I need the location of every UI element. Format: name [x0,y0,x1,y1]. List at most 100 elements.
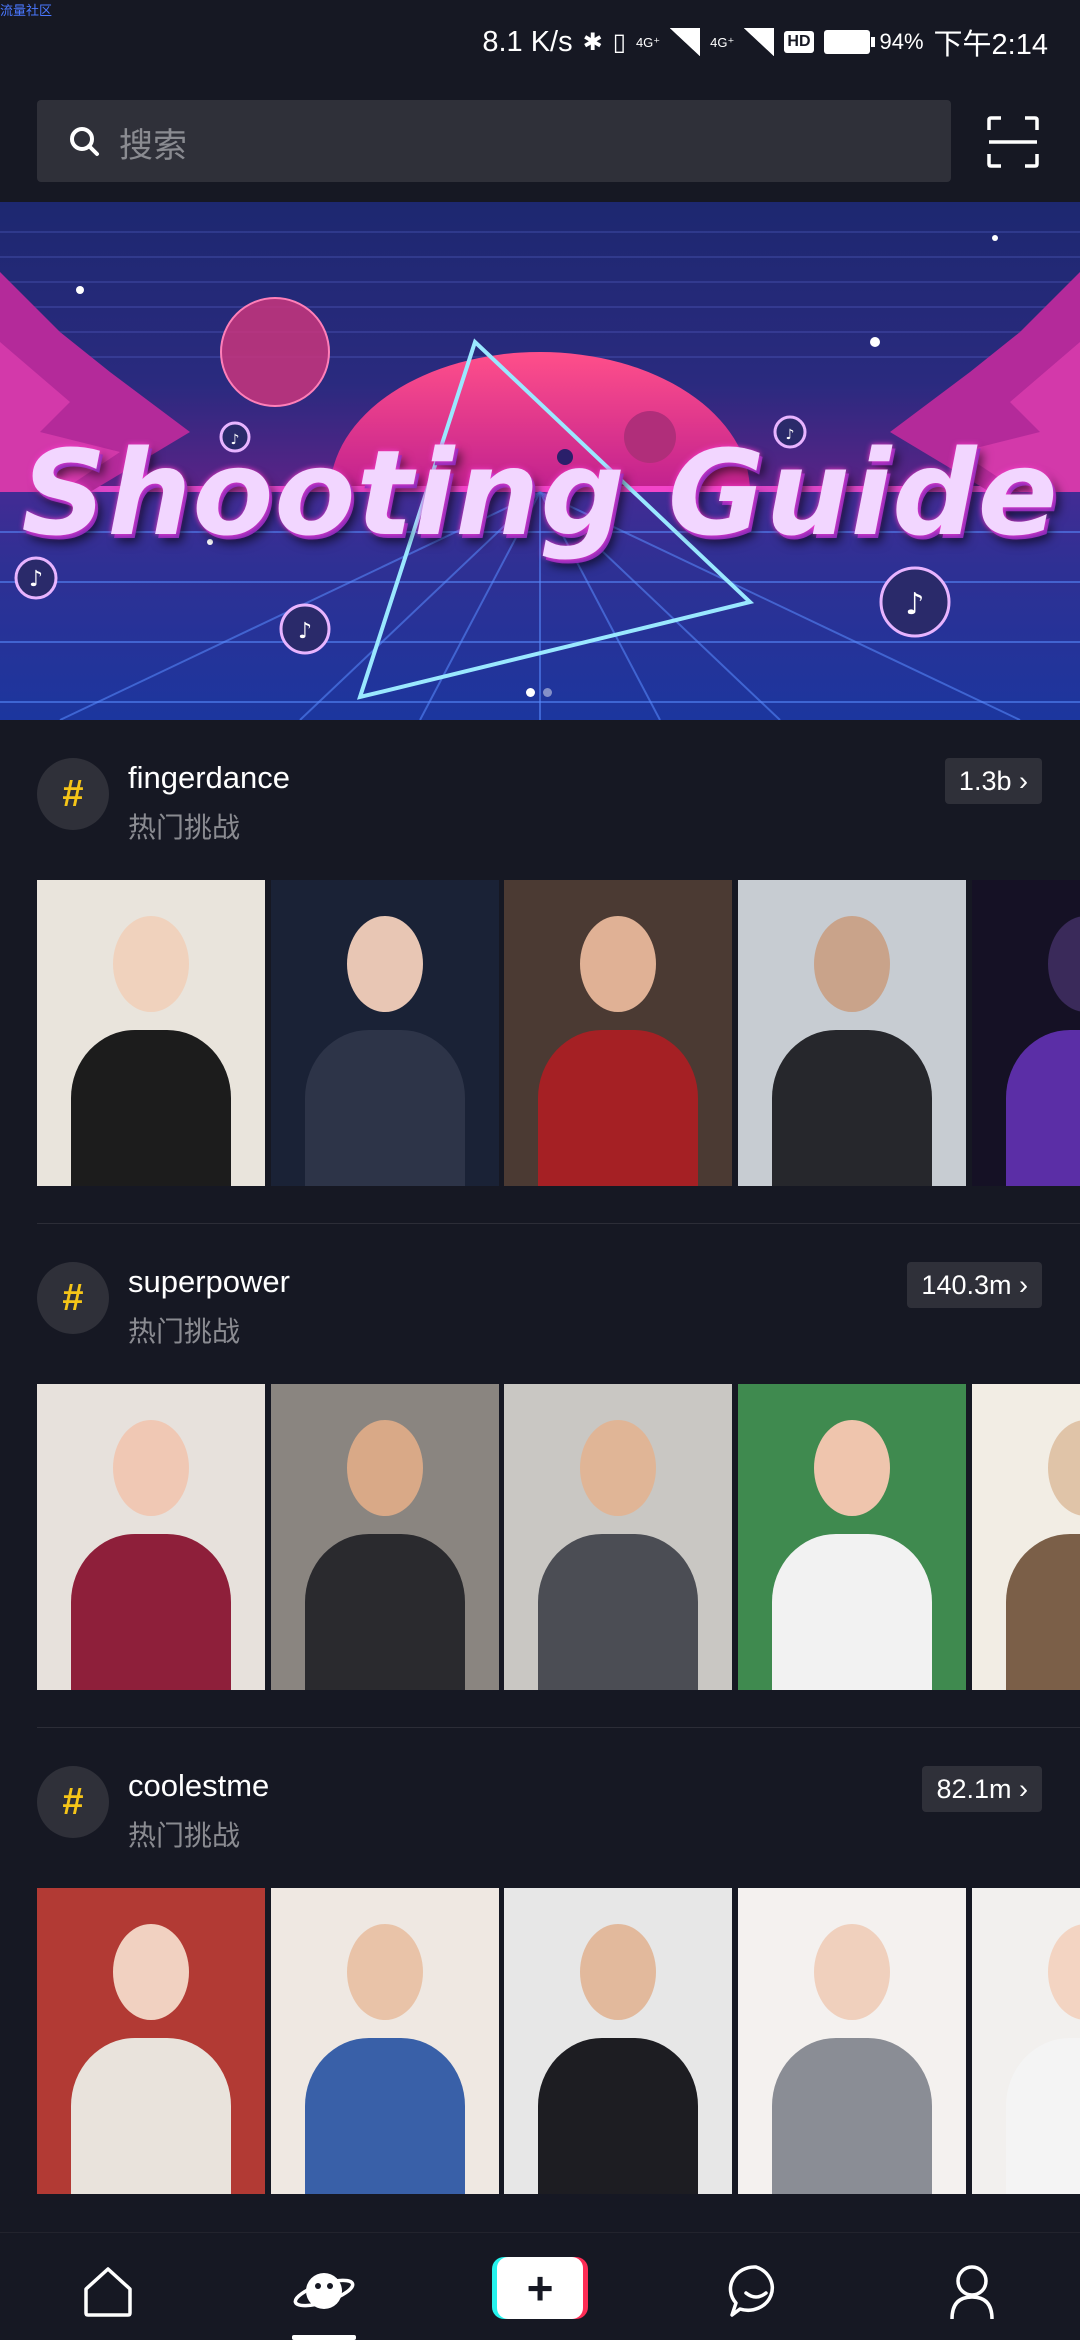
thumbnail-figure-head [814,1924,890,2020]
thumbnail-figure-body [1006,1030,1080,1186]
discover-icon[interactable] [292,2259,356,2323]
battery-percent: 94% [879,29,924,54]
search-row: 搜索 [37,100,1043,182]
challenge-count: 1.3b [958,766,1012,796]
svg-text:♪: ♪ [298,619,312,644]
search-input[interactable]: 搜索 [37,100,951,182]
thumbnail-figure-body [1006,2038,1080,2194]
video-thumbnail[interactable] [504,1888,732,2194]
bluetooth-icon: ✱ [582,28,603,56]
thumbnail-figure-body [305,1534,465,1690]
hashtag-icon[interactable]: # [37,1262,109,1334]
pagination-dot-active [526,688,535,697]
thumbnail-figure-head [113,916,189,1012]
thumbnail-figure-head [580,1924,656,2020]
svg-text:♪: ♪ [29,567,43,592]
thumbnail-figure-head [1048,1924,1080,2020]
thumbnail-figure-body [71,2038,231,2194]
video-thumbnail[interactable] [271,880,499,1186]
video-thumbnail[interactable] [738,1888,966,2194]
thumbnail-figure-body [538,1030,698,1186]
network-type-b: 4G⁺ [710,34,735,50]
challenge-section: # superpower 热门挑战 140.3m › [0,1224,1080,1728]
thumbnail-figure-head [113,1420,189,1516]
thumbnail-figure-head [1048,916,1080,1012]
scan-icon[interactable] [987,116,1039,168]
create-button[interactable]: + [492,2257,588,2319]
thumbnail-figure-body [772,2038,932,2194]
status-bar: 流量社区 8.1 K/s ✱ ▯ 4G⁺ 4G⁺ HD 94% 下午2:14 [0,0,1080,84]
challenge-title[interactable]: superpower [128,1264,290,1300]
thumbnail-figure-head [580,916,656,1012]
active-tab-indicator [292,2335,356,2340]
network-speed: 8.1 K/s [482,25,573,58]
thumbnail-figure-head [347,1924,423,2020]
thumbnail-figure-body [772,1030,932,1186]
thumbnail-figure-body [772,1534,932,1690]
video-thumbnail[interactable] [37,1888,265,2194]
chevron-right-icon: › [1019,766,1028,796]
challenge-count-button[interactable]: 1.3b › [944,758,1042,804]
thumbnail-figure-head [1048,1420,1080,1516]
challenge-subtitle: 热门挑战 [128,1820,241,1851]
challenge-count: 140.3m [921,1270,1012,1300]
home-icon[interactable] [76,2259,140,2323]
discover-screen: 流量社区 8.1 K/s ✱ ▯ 4G⁺ 4G⁺ HD 94% 下午2:14 搜… [0,0,1080,2340]
inbox-icon[interactable] [724,2259,788,2323]
video-thumbnail[interactable] [972,1384,1080,1690]
thumbnail-figure-head [580,1420,656,1516]
thumbnail-figure-head [814,1420,890,1516]
search-icon [70,127,99,156]
video-thumbnail[interactable] [504,1384,732,1690]
me-icon[interactable] [940,2259,1004,2323]
svg-text:♪: ♪ [905,587,924,622]
pagination-dot [543,688,552,697]
signal-icon-2 [744,28,775,56]
thumbnail-figure-body [71,1030,231,1186]
challenge-section: # coolestme 热门挑战 82.1m › [0,1728,1080,2232]
challenge-section: # fingerdance 热门挑战 1.3b › [0,720,1080,1224]
battery-icon [823,30,875,54]
chevron-right-icon: › [1019,1774,1028,1804]
bottom-navigation: + [0,2232,1080,2340]
hashtag-icon[interactable]: # [37,1766,109,1838]
shooting-guide-banner[interactable]: ♪ ♪ ♪ ♪ ♪ Shooting Guide [0,202,1080,720]
chevron-right-icon: › [1019,1270,1028,1300]
challenge-subtitle: 热门挑战 [128,812,241,843]
video-thumbnail[interactable] [972,880,1080,1186]
thumbnail-figure-head [814,916,890,1012]
vibrate-icon: ▯ [612,28,626,56]
search-placeholder: 搜索 [119,127,187,165]
video-thumbnail[interactable] [271,1384,499,1690]
network-type-a: 4G⁺ [635,34,661,50]
banner-title: Shooting Guide [21,424,1059,562]
signal-icon [670,28,701,56]
challenge-count-button[interactable]: 140.3m › [907,1262,1042,1308]
video-thumbnail[interactable] [972,1888,1080,2194]
thumbnail-strip [37,1888,1080,2194]
challenge-subtitle: 热门挑战 [128,1316,241,1347]
thumbnail-figure-body [305,1030,465,1186]
video-thumbnail[interactable] [37,880,265,1186]
challenge-title[interactable]: fingerdance [128,760,290,796]
thumbnail-strip [37,880,1080,1186]
challenge-title[interactable]: coolestme [128,1768,269,1804]
status-indicators: 8.1 K/s ✱ ▯ 4G⁺ 4G⁺ HD 94% 下午2:14 [482,22,1048,62]
thumbnail-figure-body [1006,1534,1080,1690]
thumbnail-figure-head [347,1420,423,1516]
banner-pagination [526,688,552,697]
video-thumbnail[interactable] [504,880,732,1186]
thumbnail-figure-body [305,2038,465,2194]
clock: 下午2:14 [933,29,1048,61]
video-thumbnail[interactable] [738,880,966,1186]
thumbnail-strip [37,1384,1080,1690]
hashtag-icon[interactable]: # [37,758,109,830]
status-corner-label: 流量社区 [0,3,53,18]
thumbnail-figure-head [113,1924,189,2020]
video-thumbnail[interactable] [37,1384,265,1690]
challenge-count-button[interactable]: 82.1m › [922,1766,1042,1812]
plus-icon: + [526,2262,554,2314]
video-thumbnail[interactable] [271,1888,499,2194]
thumbnail-figure-head [347,916,423,1012]
video-thumbnail[interactable] [738,1384,966,1690]
